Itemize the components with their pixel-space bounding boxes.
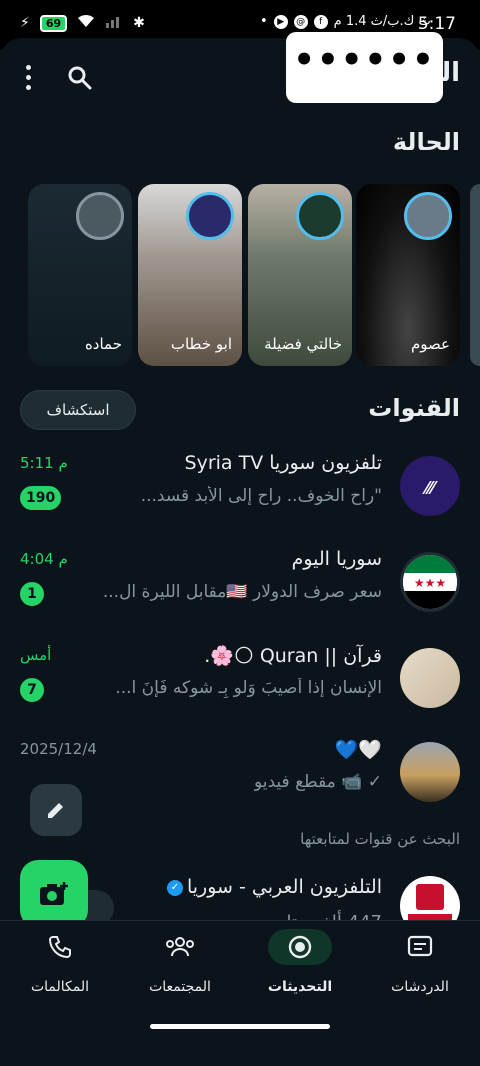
charging-icon: ⚡ [20,15,30,31]
explore-button[interactable]: استكشاف [20,390,136,430]
bottom-navigation: الدردشات التحديثات المجتمعات المكالمات [0,920,480,1066]
avatar [186,192,234,240]
channel-time: أمس [20,646,52,664]
suggested-channel-title: التلفزيون العربي - سوريا [186,876,382,898]
nav-label: التحديثات [267,979,333,995]
channel-name: قرآن || Quran 🌕🌸. [204,645,382,667]
status-name: عصوم [411,335,450,353]
dot-icon [25,74,31,80]
unread-badge: 7 [20,678,44,702]
svg-text:⁄⁄⁄: ⁄⁄⁄ [421,478,438,498]
threads-icon: @ [293,14,308,29]
verified-icon: ✓ [166,879,183,896]
status-name: ابو خطاب [170,335,232,353]
status-carousel: عصوم خالتي فضيلة ابو خطاب حماده [0,184,480,366]
channel-last-message: ✓ 📹 مقطع فيديو [253,772,382,792]
channel-time: 4:04 م [20,550,68,568]
channel-last-message: الإنسان إذا أُصيبَ وَلو بِـ شوكه فَإنَ ا… [115,678,382,698]
status-section-title: الحالة [392,128,460,156]
channel-avatar [400,742,460,802]
avatar [404,192,452,240]
suggested-channel-name: التلفزيون العربي - سوريا✓ [163,876,382,898]
dot-icon [25,64,31,70]
status-card[interactable]: عصوم [356,184,460,366]
updates-icon [268,929,332,965]
channel-row[interactable]: ⁄⁄⁄ تلفزيون سوريا Syria TV "راح الخوف.. … [0,450,480,542]
svg-text:★★★: ★★★ [414,576,446,590]
channel-row[interactable]: ★★★ سوريا اليوم سعر صرف الدولار 🇺🇸مقابل … [0,546,480,638]
network-speed: ث ك.ب/ث 1.4 م [333,14,431,29]
status-card-partial[interactable] [470,184,480,366]
search-button[interactable] [66,64,94,92]
signal-icon [105,14,123,32]
nav-calls[interactable]: المكالمات [0,929,120,1019]
nav-label: المجتمعات [149,979,211,995]
communities-icon [148,929,212,965]
nav-chats[interactable]: الدردشات [360,929,480,1019]
status-time: 5:17 [417,14,456,34]
status-mid: • ▶ @ f ث ك.ب/ث 1.4 م [260,14,431,29]
unread-badge: 190 [20,486,62,510]
search-icon [68,66,92,90]
channel-avatar [400,648,460,708]
more-options-button[interactable] [18,62,38,92]
find-channels-label: البحث عن قنوات لمتابعتها [300,830,460,848]
camera-status-button[interactable] [20,860,88,928]
channel-time: 2025/12/4 [20,740,97,758]
channel-name: 🤍💙 [334,739,382,761]
channel-time: 5:11 م [20,454,68,472]
channel-name: سوريا اليوم [291,548,382,570]
avatar [296,192,344,240]
channel-name: تلفزيون سوريا Syria TV [184,452,382,474]
status-card[interactable]: حماده [28,184,132,366]
status-name: حماده [84,335,122,353]
nav-label: المكالمات [30,979,90,995]
youtube-icon: ▶ [273,14,288,29]
camera-add-icon [40,882,68,905]
phone-icon [28,929,92,965]
app-screen: الت •••••• الحالة عصوم خالتي فضيلة ابو خ… [0,32,480,1066]
channel-last-message: سعر صرف الدولار 🇺🇸مقابل الليرة ال... [102,582,382,602]
new-text-status-button[interactable] [30,784,82,836]
status-name: خالتي فضيلة [264,335,342,353]
bluetooth-icon: ✱ [133,15,145,31]
top-app-bar: الت •••••• [0,32,480,118]
dot-icon [25,84,31,90]
wifi-icon [77,14,95,32]
facebook-icon: f [313,14,328,29]
redacted-overlay: •••••• [286,32,443,103]
channels-section-title: القنوات [368,394,460,422]
pencil-icon [48,803,63,818]
avatar [76,192,124,240]
nav-updates[interactable]: التحديثات [240,929,360,1019]
gesture-home-bar[interactable] [150,1024,330,1029]
battery-icon: 69 [39,14,68,32]
status-left-icons: ⚡ 69 ✱ [20,14,145,32]
chats-icon [388,929,452,965]
channel-avatar: ⁄⁄⁄ [400,456,460,516]
status-card[interactable]: ابو خطاب [138,184,242,366]
channel-last-message: "راح الخوف.. راح إلى الأبد قسد... [140,486,382,506]
channel-avatar: ★★★ [400,552,460,612]
nav-label: الدردشات [391,979,449,995]
nav-communities[interactable]: المجتمعات [120,929,240,1019]
dot-icon: • [260,14,268,29]
unread-badge: 1 [20,582,44,606]
status-card[interactable]: خالتي فضيلة [248,184,352,366]
channel-row[interactable]: قرآن || Quran 🌕🌸. الإنسان إذا أُصيبَ وَل… [0,642,480,734]
